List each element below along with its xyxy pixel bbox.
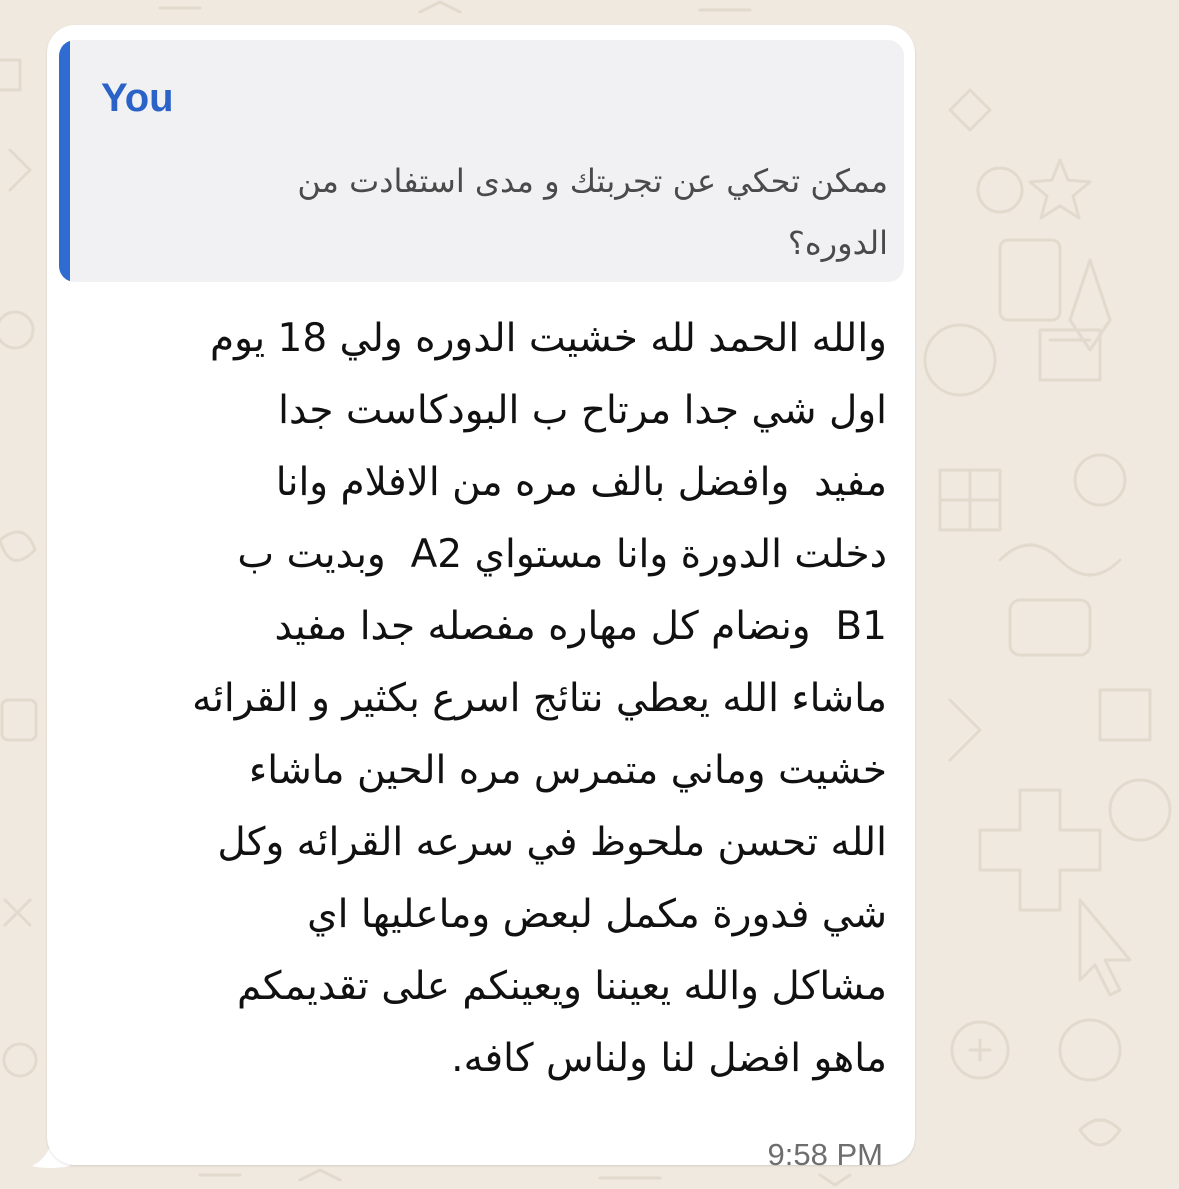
doodle-wallpaper-icon [1068,258,1112,352]
doodle-wallpaper-icon [948,88,992,132]
doodle-wallpaper-icon [1078,1118,1122,1147]
doodle-wallpaper-icon [198,1168,852,1187]
doodle-wallpaper-icon [998,543,1122,577]
doodle-wallpaper-icon [976,166,1024,214]
doodle-wallpaper-icon [1108,778,1172,842]
quoted-message[interactable]: You ممكن تحكي عن تجربتك و مدى استفادت من… [59,40,904,282]
doodle-wallpaper-icon [1073,453,1127,507]
doodle-wallpaper-icon [938,468,1002,532]
doodle-wallpaper-icon [1058,1018,1122,1082]
doodle-wallpaper-icon [0,58,32,192]
doodle-wallpaper-icon [0,310,35,350]
doodle-wallpaper-icon [2,1042,38,1078]
doodle-wallpaper-icon [978,788,1102,912]
doodle-wallpaper-icon [0,698,38,742]
doodle-wallpaper-icon [923,323,997,397]
quoted-message-author: You [101,76,174,120]
message-text: والله الحمد لله خشيت الدوره ولي 18 يوم ا… [192,316,887,1081]
doodle-wallpaper-icon [948,688,1152,762]
doodle-wallpaper-icon [3,898,32,927]
doodle-wallpaper-icon [1028,158,1092,220]
quoted-message-text: ممكن تحكي عن تجربتك و مدى استفادت من الد… [297,162,888,262]
doodle-wallpaper-icon [1008,598,1092,657]
doodle-wallpaper-icon [1078,898,1132,997]
doodle-wallpaper-icon [968,1038,992,1062]
doodle-wallpaper-icon [0,530,37,562]
message-bubble[interactable]: You ممكن تحكي عن تجربتك و مدى استفادت من… [47,25,915,1172]
message-timestamp: 9:58 PM [767,1137,883,1172]
doodle-wallpaper-icon [1038,328,1102,382]
doodle-wallpaper-icon [998,238,1062,322]
quote-accent-bar [59,40,70,282]
doodle-wallpaper-icon [158,0,752,14]
